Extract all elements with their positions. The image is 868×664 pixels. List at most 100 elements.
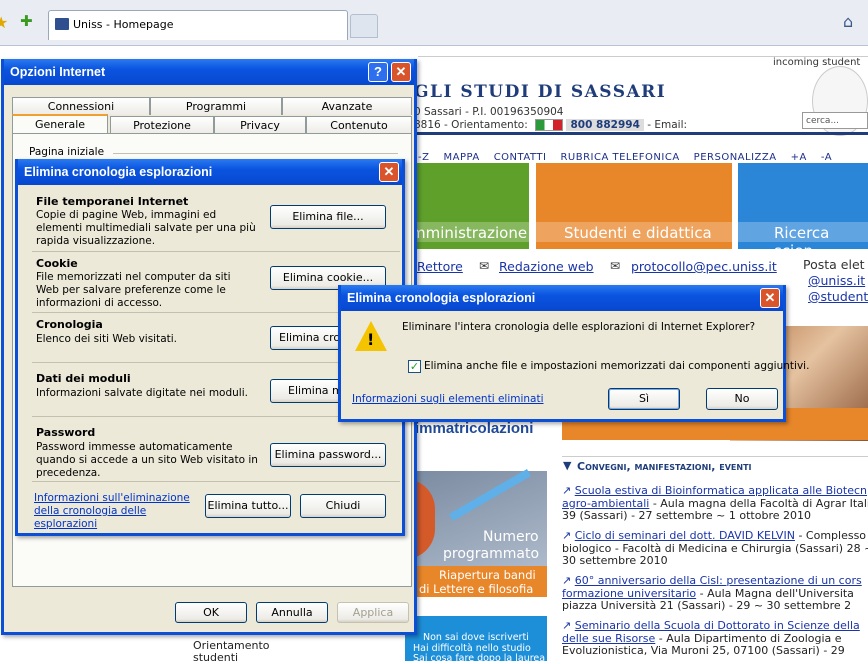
tab-programmi[interactable]: Programmi bbox=[150, 97, 282, 115]
category-ricerca[interactable]: Ricerca scien bbox=[738, 163, 868, 260]
no-button[interactable]: No bbox=[706, 388, 778, 410]
event-item: ↗ 60° anniversario della Cisl: presentaz… bbox=[562, 574, 868, 613]
section-divider bbox=[32, 481, 400, 482]
section-divider bbox=[32, 251, 400, 252]
deleted-items-info-link[interactable]: Informazioni sugli elementi eliminati bbox=[352, 393, 544, 405]
confirm-titlebar[interactable]: Elimina cronologia esplorazioni ✕ bbox=[341, 285, 783, 311]
temp-files-desc: Copie di pagine Web, immagini ed element… bbox=[36, 209, 256, 247]
cookie-desc: File memorizzati nel computer da siti We… bbox=[36, 271, 231, 309]
history-desc: Elenco dei siti Web visitati. bbox=[36, 333, 178, 345]
close-icon[interactable]: ✕ bbox=[391, 62, 411, 82]
events-toggle-icon[interactable]: ▼ bbox=[563, 459, 571, 472]
lettere-label: di Lettere e filosofia bbox=[419, 582, 534, 596]
posta-label: Posta elet bbox=[803, 257, 865, 272]
dialog-title: Elimina cronologia esplorazioni bbox=[24, 165, 213, 179]
tab-privacy[interactable]: Privacy bbox=[214, 116, 306, 134]
add-favorites-icon[interactable]: ✚ bbox=[20, 12, 33, 30]
yes-button[interactable]: Sì bbox=[608, 388, 680, 410]
nav-font-smaller[interactable]: -A bbox=[821, 152, 832, 163]
tab-protezione[interactable]: Protezione bbox=[110, 116, 214, 134]
event-item: ↗ Scuola estiva di Bioinformatica applic… bbox=[562, 484, 868, 523]
redazione-web-link[interactable]: Redazione web bbox=[499, 259, 594, 274]
phone-number: 800 882994 bbox=[566, 119, 644, 131]
link-icon: ↗ bbox=[562, 484, 572, 497]
browser-tab-bar: ★ ✚ Uniss - Homepage ⌂ bbox=[0, 0, 868, 46]
apply-button[interactable]: Applica bbox=[337, 602, 409, 623]
confirm-title: Elimina cronologia esplorazioni bbox=[347, 291, 536, 305]
mail-icon: ✉ bbox=[610, 259, 621, 273]
email-label: - Email: bbox=[647, 119, 688, 131]
group-rule bbox=[113, 153, 398, 154]
rettore-link[interactable]: Rettore bbox=[417, 259, 463, 274]
category-label: Studenti e didattica bbox=[564, 224, 712, 242]
posta-uniss-link[interactable]: @uniss.it bbox=[808, 273, 865, 288]
event-title-link[interactable]: Ciclo di seminari del dott. DAVID KELVIN bbox=[575, 529, 795, 542]
category-label: mministrazione bbox=[411, 224, 528, 242]
temp-files-title: File temporanei Internet bbox=[36, 195, 189, 208]
new-tab-button[interactable] bbox=[350, 14, 378, 38]
orientamento-studenti-link[interactable]: Orientamento studenti bbox=[193, 640, 293, 664]
mail-icon: ✉ bbox=[479, 259, 490, 273]
header-underline bbox=[405, 132, 868, 135]
close-icon[interactable]: ✕ bbox=[760, 288, 780, 308]
delete-files-button[interactable]: Elimina file... bbox=[270, 205, 386, 229]
tab-uniss-homepage[interactable]: Uniss - Homepage bbox=[48, 10, 348, 40]
nav-mappa[interactable]: MAPPA bbox=[443, 152, 479, 163]
tab-generale[interactable]: Generale bbox=[12, 114, 108, 134]
nav-rubrica[interactable]: RUBRICA TELEFONICA bbox=[560, 152, 679, 163]
numero-subtitle: programmato bbox=[443, 546, 540, 562]
delete-passwords-button[interactable]: Elimina password... bbox=[270, 443, 386, 467]
password-desc: Password immesse automaticamente quando … bbox=[36, 441, 258, 479]
search-placeholder: cerca... bbox=[806, 116, 840, 126]
favorites-star-icon[interactable]: ★ bbox=[0, 13, 8, 32]
site-favicon-icon bbox=[55, 18, 69, 30]
immatricolazioni-label: immatricolazioni bbox=[415, 420, 534, 437]
events-list: ↗ Scuola estiva di Bioinformatica applic… bbox=[562, 481, 868, 661]
help-icon[interactable]: ? bbox=[368, 62, 388, 82]
university-name: GLI STUDI DI SASSARI bbox=[414, 82, 667, 102]
cancel-button[interactable]: Annulla bbox=[256, 602, 328, 623]
internet-options-titlebar[interactable]: Opzioni Internet ? ✕ bbox=[4, 59, 414, 85]
link-icon: ↗ bbox=[562, 529, 572, 542]
category-studenti[interactable]: Studenti e didattica bbox=[536, 163, 732, 249]
link-icon: ↗ bbox=[562, 574, 572, 587]
delete-info-link[interactable]: Informazioni sull'eliminazione della cro… bbox=[34, 492, 206, 531]
delete-history-titlebar[interactable]: Elimina cronologia esplorazioni ✕ bbox=[18, 159, 402, 185]
tab-connessioni[interactable]: Connessioni bbox=[12, 97, 150, 115]
category-amministrazione[interactable]: mministrazione bbox=[405, 163, 529, 249]
delete-all-button[interactable]: Elimina tutto... bbox=[205, 494, 291, 518]
posta-student-link[interactable]: @student bbox=[808, 289, 868, 304]
category-label: Ricerca scien bbox=[774, 224, 830, 260]
events-heading: Convegni, manifestazioni, eventi bbox=[577, 460, 752, 473]
warning-exclamation: ! bbox=[367, 330, 375, 349]
search-input[interactable]: cerca... bbox=[802, 112, 868, 129]
link-icon: ↗ bbox=[562, 619, 572, 632]
top-navigation: -Z MAPPA CONTATTI RUBRICA TELEFONICA PER… bbox=[418, 150, 832, 163]
events-rule bbox=[562, 456, 868, 457]
close-button[interactable]: Chiudi bbox=[300, 494, 386, 518]
form-data-desc: Informazioni salvate digitate nei moduli… bbox=[36, 387, 248, 399]
nav-az[interactable]: -Z bbox=[418, 152, 429, 163]
tab-contenuto[interactable]: Contenuto bbox=[306, 116, 412, 134]
confirm-message: Eliminare l'intera cronologia delle espl… bbox=[402, 321, 756, 333]
checkbox-addons[interactable]: ✓ bbox=[408, 360, 421, 373]
nav-contatti[interactable]: CONTATTI bbox=[494, 152, 547, 163]
nav-personalizza[interactable]: PERSONALIZZA bbox=[694, 152, 777, 163]
pec-link[interactable]: protocollo@pec.uniss.it bbox=[631, 259, 777, 274]
home-icon[interactable]: ⌂ bbox=[843, 12, 853, 31]
ok-button[interactable]: OK bbox=[175, 602, 247, 623]
nav-font-bigger[interactable]: +A bbox=[791, 152, 807, 163]
tab-avanzate[interactable]: Avanzate bbox=[282, 97, 412, 115]
tab-title: Uniss - Homepage bbox=[73, 18, 174, 31]
contact-prefix: 8816 - Orientamento: bbox=[414, 119, 528, 131]
iscrizioni-banner[interactable]: Non sai dove iscriverti Hai difficoltà n… bbox=[405, 616, 547, 664]
window-title: Opzioni Internet bbox=[10, 65, 106, 79]
checkbox-label: Elimina anche file e impostazioni memori… bbox=[424, 360, 810, 372]
numero-title: Numero bbox=[483, 529, 539, 545]
homepage-group-label: Pagina iniziale bbox=[29, 146, 105, 158]
cookie-title: Cookie bbox=[36, 257, 78, 270]
riapertura-label: Riapertura bandi bbox=[439, 568, 536, 582]
numero-programmato-banner[interactable]: Numero programmato Riapertura bandi di L… bbox=[405, 469, 547, 597]
close-icon[interactable]: ✕ bbox=[379, 162, 399, 182]
iscrizioni-line-1: Non sai dove iscriverti bbox=[423, 632, 529, 643]
